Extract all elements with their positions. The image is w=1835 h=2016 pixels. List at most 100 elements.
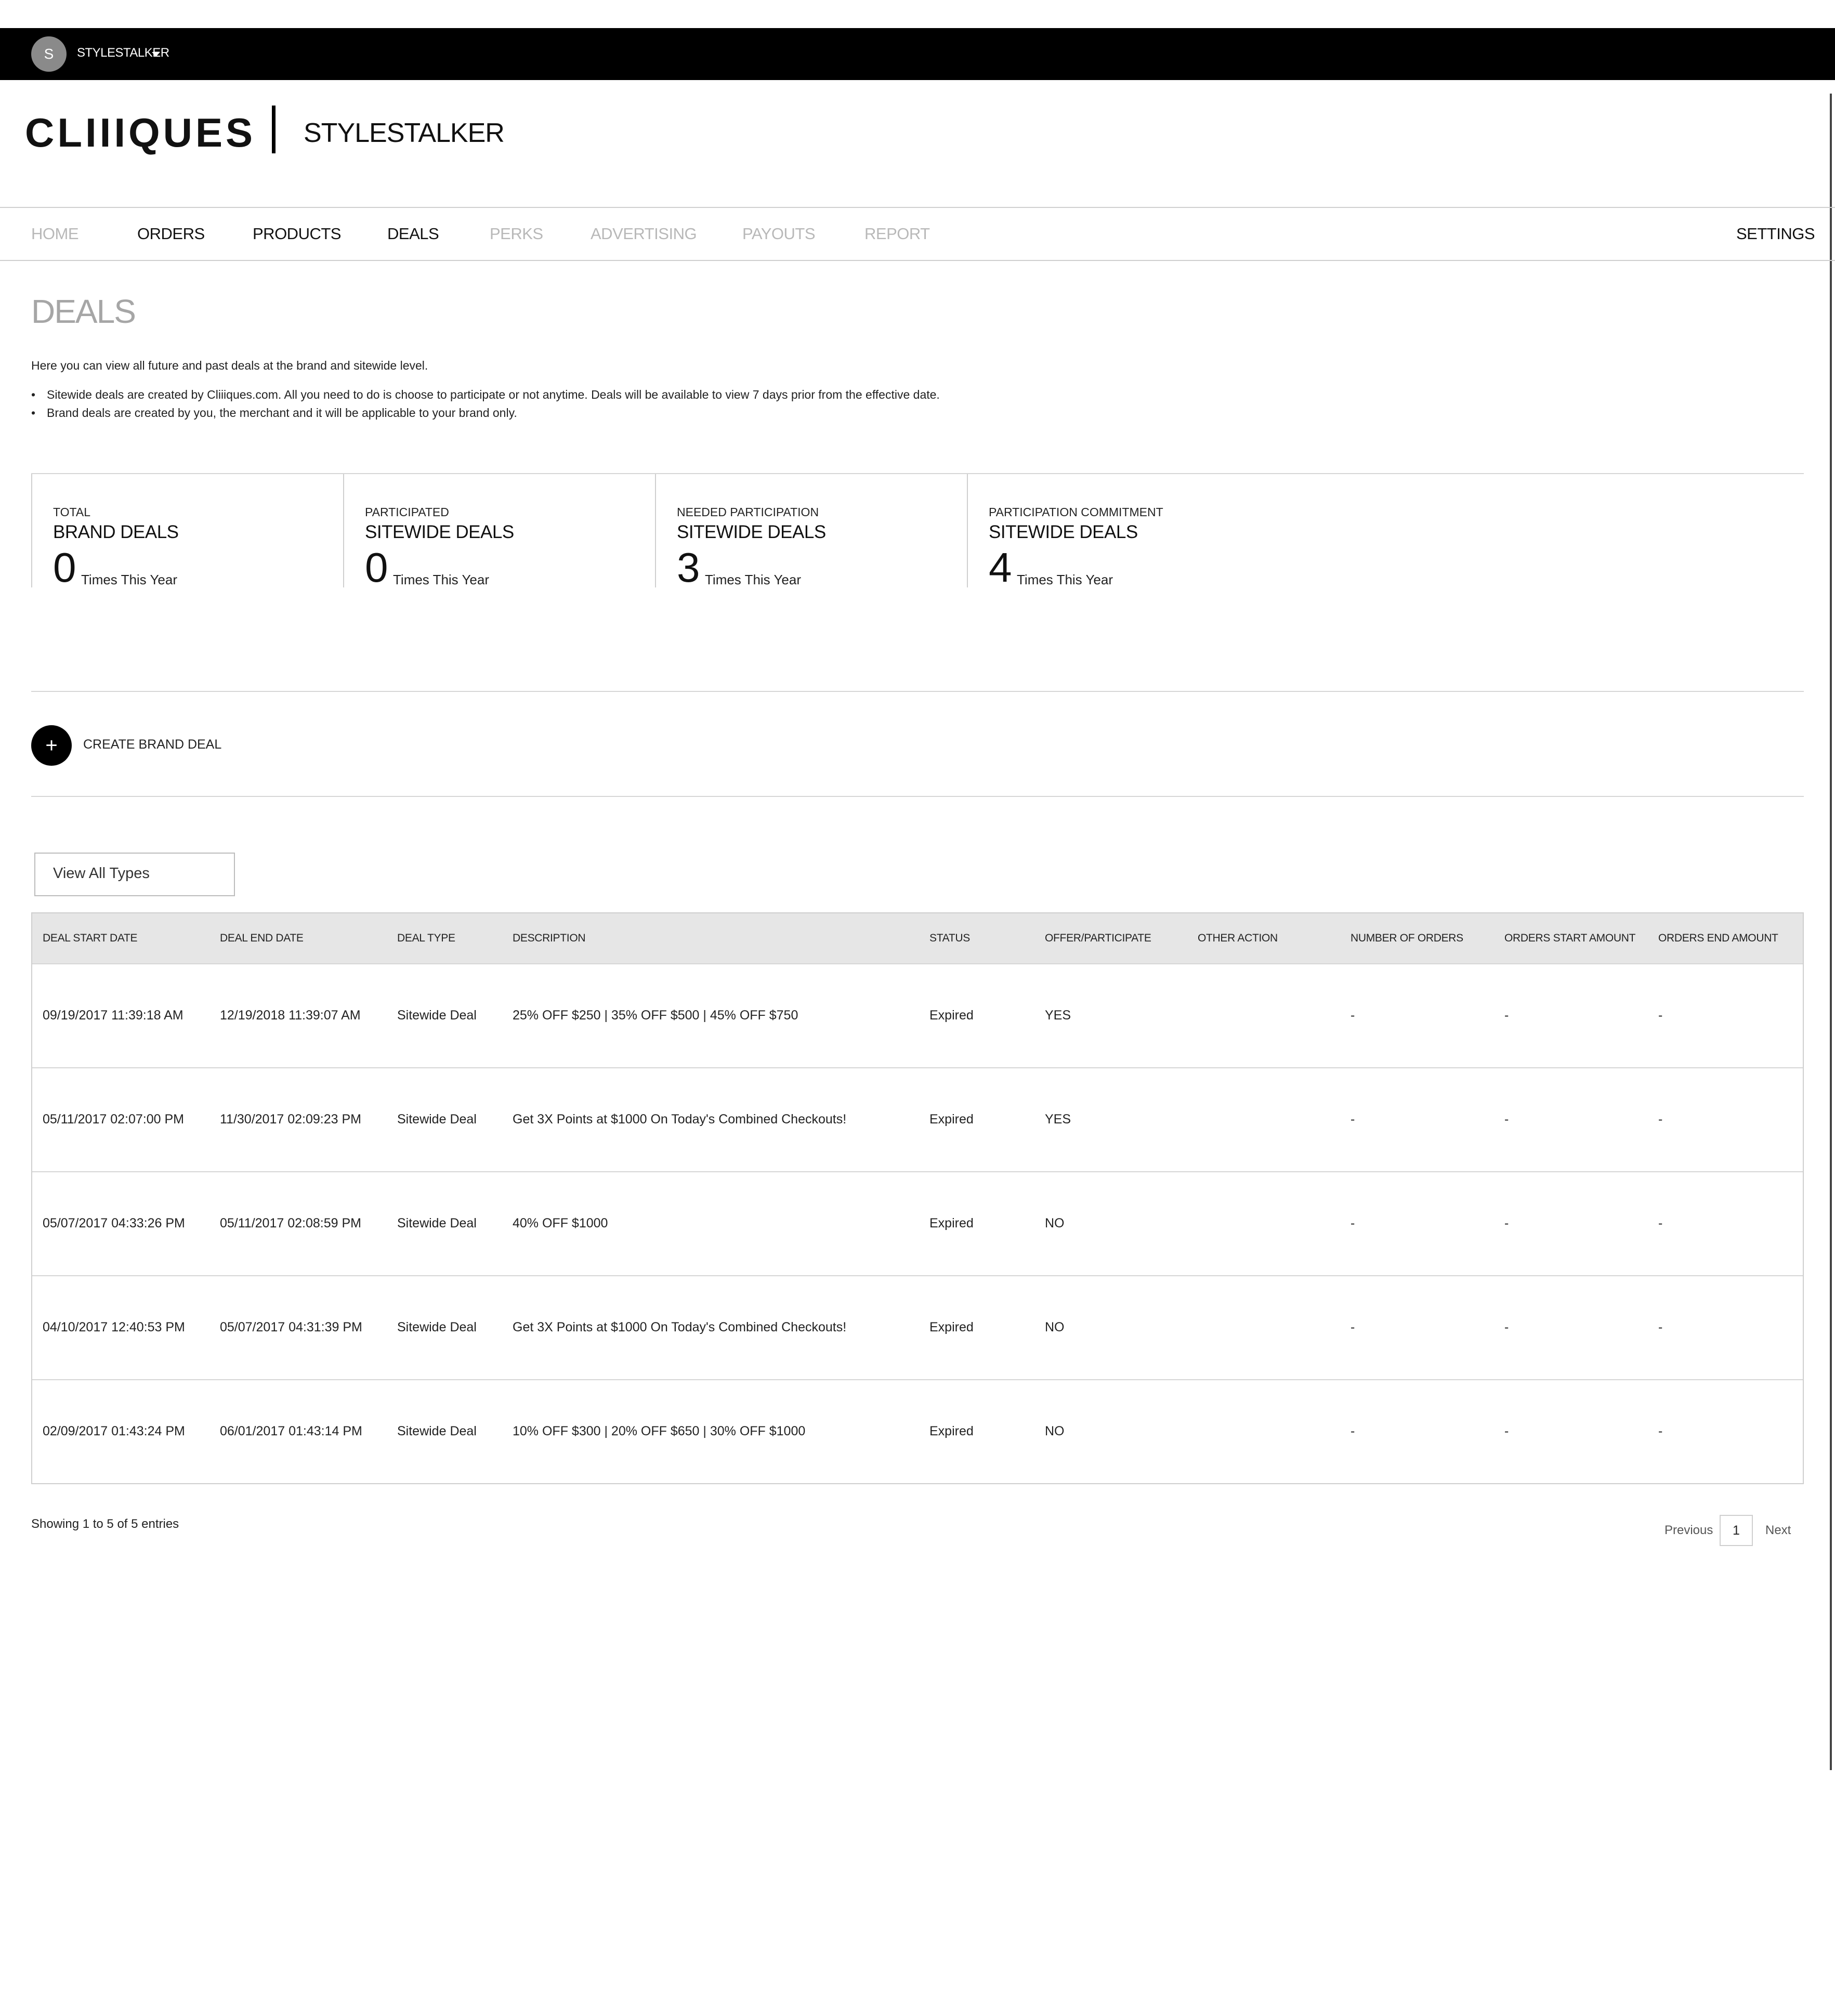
column-header[interactable]: DEAL TYPE [397, 932, 455, 945]
section-divider [31, 796, 1804, 797]
column-header[interactable]: DESCRIPTION [513, 932, 586, 945]
pagination-next[interactable]: Next [1765, 1523, 1791, 1538]
cell-deal-type: Sitewide Deal [397, 1424, 477, 1438]
column-header[interactable]: DEAL END DATE [220, 932, 304, 945]
pagination-page-1[interactable]: 1 [1720, 1515, 1753, 1546]
cell-offer: NO [1045, 1216, 1065, 1230]
cell-description: Get 3X Points at $1000 On Today's Combin… [513, 1112, 847, 1127]
plus-icon: + [45, 734, 58, 757]
column-header[interactable]: DEAL START DATE [43, 932, 138, 945]
cell-status: Expired [929, 1424, 974, 1438]
column-header[interactable]: OTHER ACTION [1198, 932, 1278, 945]
stat-card-needed: NEEDED PARTICIPATION SITEWIDE DEALS 3 Ti… [655, 474, 968, 591]
stat-card-commitment: PARTICIPATION COMMITMENT SITEWIDE DEALS … [967, 474, 1280, 591]
info-item: Brand deals are created by you, the merc… [31, 404, 940, 422]
cell-description: 10% OFF $300 | 20% OFF $650 | 30% OFF $1… [513, 1424, 806, 1438]
cell-end-amount: - [1658, 1320, 1663, 1334]
column-header[interactable]: ORDERS START AMOUNT [1504, 932, 1635, 945]
page-scrollbar[interactable] [1830, 94, 1832, 1770]
cell-start-date: 05/11/2017 02:07:00 PM [43, 1112, 184, 1127]
cell-status: Expired [929, 1008, 974, 1023]
cell-start-amount: - [1504, 1008, 1509, 1023]
cell-start-date: 02/09/2017 01:43:24 PM [43, 1424, 185, 1438]
table-row: 05/11/2017 02:07:00 PM 11/30/2017 02:09:… [32, 1067, 1803, 1172]
column-header[interactable]: ORDERS END AMOUNT [1658, 932, 1778, 945]
deals-table: DEAL START DATE DEAL END DATE DEAL TYPE … [31, 912, 1804, 1484]
avatar[interactable]: S [31, 36, 67, 72]
cell-start-amount: - [1504, 1320, 1509, 1334]
stat-unit: Times This Year [81, 572, 177, 587]
nav-report[interactable]: REPORT [864, 225, 930, 243]
column-header[interactable]: OFFER/PARTICIPATE [1045, 932, 1151, 945]
pagination-previous[interactable]: Previous [1664, 1523, 1713, 1538]
cell-offer: YES [1045, 1112, 1071, 1127]
cliiiques-logo[interactable]: CLIIIQUES [25, 109, 256, 156]
stat-title: SITEWIDE DEALS [989, 522, 1138, 542]
nav-home[interactable]: HOME [31, 225, 79, 243]
cell-orders: - [1351, 1112, 1355, 1127]
nav-payouts[interactable]: PAYOUTS [742, 225, 816, 243]
table-row: 02/09/2017 01:43:24 PM 06/01/2017 01:43:… [32, 1379, 1803, 1484]
cell-start-date: 04/10/2017 12:40:53 PM [43, 1320, 185, 1334]
stat-number: 3 [677, 544, 700, 591]
nav-orders[interactable]: ORDERS [137, 225, 205, 243]
cell-start-amount: - [1504, 1216, 1509, 1230]
stat-caption: TOTAL [53, 505, 90, 519]
column-header[interactable]: STATUS [929, 932, 970, 945]
column-header[interactable]: NUMBER OF ORDERS [1351, 932, 1463, 945]
info-item-text: Sitewide deals are created by Cliiiques.… [47, 388, 940, 401]
create-brand-deal-label[interactable]: CREATE BRAND DEAL [83, 737, 221, 752]
page-intro: Here you can view all future and past de… [31, 359, 428, 372]
cell-orders: - [1351, 1008, 1355, 1023]
table-row: 05/07/2017 04:33:26 PM 05/11/2017 02:08:… [32, 1171, 1803, 1276]
create-brand-deal-button[interactable]: + [31, 725, 72, 766]
cell-end-amount: - [1658, 1424, 1663, 1438]
cell-orders: - [1351, 1424, 1355, 1438]
stat-title: SITEWIDE DEALS [677, 522, 826, 542]
cell-deal-type: Sitewide Deal [397, 1320, 477, 1334]
cell-deal-type: Sitewide Deal [397, 1112, 477, 1127]
page-title: DEALS [31, 293, 136, 330]
stat-unit: Times This Year [393, 572, 489, 587]
nav-products[interactable]: PRODUCTS [253, 225, 341, 243]
nav-deals[interactable]: DEALS [387, 225, 439, 243]
cell-deal-type: Sitewide Deal [397, 1008, 477, 1023]
nav-perks[interactable]: PERKS [490, 225, 543, 243]
cell-start-date: 05/07/2017 04:33:26 PM [43, 1216, 185, 1230]
nav-advertising[interactable]: ADVERTISING [591, 225, 697, 243]
stat-number: 0 [53, 544, 76, 591]
stat-caption: PARTICIPATION COMMITMENT [989, 505, 1163, 519]
caret-down-icon[interactable] [152, 52, 160, 57]
info-item: Sitewide deals are created by Cliiiques.… [31, 386, 940, 404]
cell-description: Get 3X Points at $1000 On Today's Combin… [513, 1320, 847, 1334]
cell-orders: - [1351, 1320, 1355, 1334]
table-row: 04/10/2017 12:40:53 PM 05/07/2017 04:31:… [32, 1275, 1803, 1380]
logo-divider [272, 106, 276, 153]
cell-end-date: 11/30/2017 02:09:23 PM [220, 1112, 361, 1127]
stat-unit: Times This Year [1017, 572, 1113, 587]
stat-number: 4 [989, 544, 1012, 591]
entries-info: Showing 1 to 5 of 5 entries [31, 1517, 179, 1531]
cell-orders: - [1351, 1216, 1355, 1230]
table-row: 09/19/2017 11:39:18 AM 12/19/2018 11:39:… [32, 963, 1803, 1068]
cell-start-amount: - [1504, 1424, 1509, 1438]
cell-start-date: 09/19/2017 11:39:18 AM [43, 1008, 184, 1023]
cell-end-date: 12/19/2018 11:39:07 AM [220, 1008, 361, 1023]
cell-end-date: 05/07/2017 04:31:39 PM [220, 1320, 362, 1334]
cell-end-date: 05/11/2017 02:08:59 PM [220, 1216, 361, 1230]
cell-status: Expired [929, 1112, 974, 1127]
cell-start-amount: - [1504, 1112, 1509, 1127]
cell-status: Expired [929, 1320, 974, 1334]
section-divider [31, 691, 1804, 692]
nav-settings[interactable]: SETTINGS [1736, 225, 1815, 243]
cell-end-amount: - [1658, 1216, 1663, 1230]
cell-offer: YES [1045, 1008, 1071, 1023]
deal-type-filter[interactable]: View All Types [34, 853, 235, 896]
stat-caption: PARTICIPATED [365, 505, 449, 519]
info-list: Sitewide deals are created by Cliiiques.… [31, 386, 940, 422]
stat-caption: NEEDED PARTICIPATION [677, 505, 819, 519]
table-header: DEAL START DATE DEAL END DATE DEAL TYPE … [32, 913, 1803, 963]
stat-title: SITEWIDE DEALS [365, 522, 514, 542]
stat-unit: Times This Year [705, 572, 801, 587]
brand-name: STYLESTALKER [304, 118, 505, 148]
